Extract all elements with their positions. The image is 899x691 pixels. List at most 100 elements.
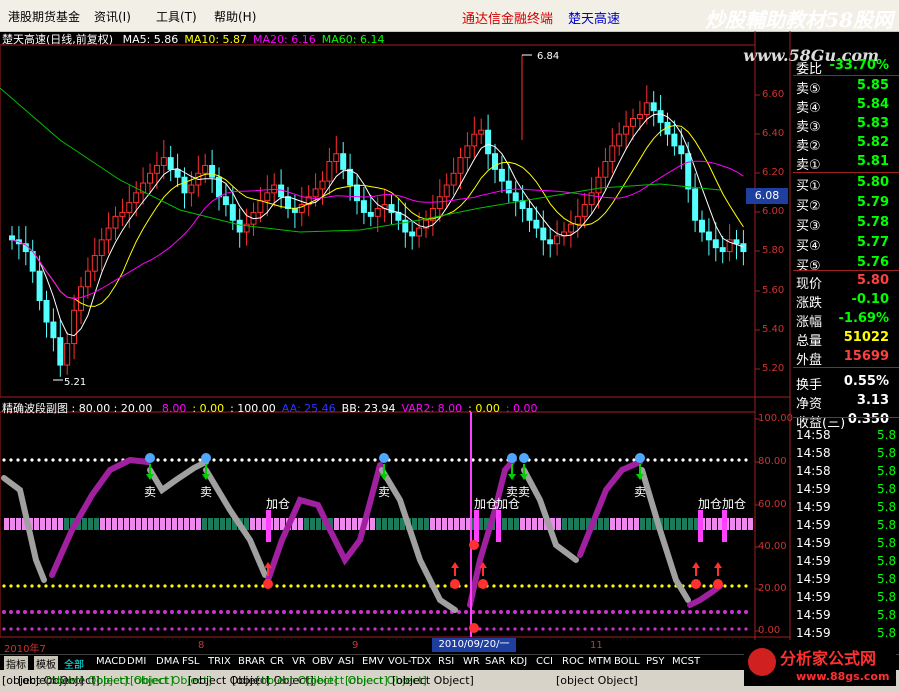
candle-body (119, 211, 126, 217)
level-8-dot (51, 610, 55, 614)
indicator-tab[interactable]: VR (292, 656, 306, 667)
indicator-tab[interactable]: 全部 (64, 656, 84, 671)
band-segment (574, 518, 579, 530)
tick-time: 14:59 (796, 572, 831, 586)
level-20-dot (744, 584, 748, 588)
level-80-dot (16, 458, 20, 462)
level-0-dot (415, 627, 419, 631)
ask-row-value: 5.83 (856, 116, 889, 131)
indicator-tab[interactable]: 指标 (4, 656, 28, 671)
level-8-dot (653, 610, 657, 614)
band-segment (316, 518, 321, 530)
tick-row: 14:59 5.8 (793, 572, 897, 589)
band-segment (46, 518, 51, 530)
level-20-dot (730, 584, 734, 588)
tick-time: 14:59 (796, 608, 831, 622)
band-segment (274, 518, 279, 530)
level-0-dot (394, 627, 398, 631)
level-0-dot (513, 627, 517, 631)
crosshair-bottom-icon (469, 623, 479, 633)
indicator-tab[interactable]: BOLL (614, 656, 640, 667)
indicator-tab[interactable]: DMI (127, 656, 146, 667)
indicator-tab[interactable]: CR (270, 656, 284, 667)
level-0-dot (23, 627, 27, 631)
band-segment (148, 518, 153, 530)
sub-axis-label: 20.00 (758, 583, 787, 594)
stat-row-label: 总量 (796, 334, 823, 349)
band-segment (598, 518, 603, 530)
band-segment (628, 518, 633, 530)
level-8-dot (23, 610, 27, 614)
band-segment (310, 518, 315, 530)
indicator-tab[interactable]: MCST (672, 656, 700, 667)
level-8-dot (37, 610, 41, 614)
indicator-tab[interactable]: PSY (646, 656, 665, 667)
sell-signal-icon (519, 453, 529, 463)
band-segment (430, 518, 435, 530)
indicator-tab[interactable]: MTM (588, 656, 611, 667)
level-8-dot (513, 610, 517, 614)
tick-price: 5.8 (877, 626, 897, 640)
band-segment (568, 518, 573, 530)
level-0-dot (492, 627, 496, 631)
level-0-dot (352, 627, 356, 631)
candle-body (533, 219, 540, 229)
indicator-tab[interactable]: FSL (182, 656, 200, 667)
indicator-tab[interactable]: KDJ (510, 656, 527, 667)
level-20-dot (534, 584, 538, 588)
level-8-dot (177, 610, 181, 614)
indicator-tab[interactable]: DMA (156, 656, 179, 667)
indicator-tab[interactable]: OBV (312, 656, 333, 667)
level-8-dot (506, 610, 510, 614)
indicator-tab[interactable]: WR (463, 656, 480, 667)
bid-row: 买① 5.80 (793, 175, 897, 194)
level-80-dot (303, 458, 307, 462)
level-8-dot (408, 610, 412, 614)
candle-body (236, 219, 243, 233)
level-80-dot (583, 458, 587, 462)
buy-signal-icon (713, 579, 723, 589)
level-20-dot (702, 584, 706, 588)
level-0-dot (289, 627, 293, 631)
level-8-dot (541, 610, 545, 614)
level-8-dot (688, 610, 692, 614)
indicator-tab[interactable]: ROC (562, 656, 584, 667)
indicator-tab[interactable]: SAR (485, 656, 505, 667)
indicator-tab[interactable]: RSI (438, 656, 454, 667)
indicator-tab[interactable]: 模板 (34, 656, 58, 671)
level-8-dot (436, 610, 440, 614)
level-20-dot (37, 584, 41, 588)
bid-row-value: 5.80 (856, 175, 889, 190)
level-80-dot (723, 458, 727, 462)
level-0-dot (422, 627, 426, 631)
level-80-dot (625, 458, 629, 462)
indicator-tab[interactable]: BRAR (238, 656, 265, 667)
add-position-label: 加仓 (496, 497, 520, 511)
level-20-dot (345, 584, 349, 588)
indicator-tab[interactable]: VOL-TDX (388, 656, 431, 667)
ask-row-label: 卖⑤ (796, 82, 821, 97)
indicator-tab[interactable]: CCI (536, 656, 553, 667)
level-80-dot (569, 458, 573, 462)
indicator-tab[interactable]: ASI (338, 656, 354, 667)
level-20-dot (65, 584, 69, 588)
band-segment (688, 518, 693, 530)
status-item[interactable]: [object Object] (556, 674, 638, 687)
sub-indicator-value: : 0.00 (468, 402, 500, 415)
level-0-dot (240, 627, 244, 631)
indicator-tab[interactable]: TRIX (208, 656, 231, 667)
level-20-dot (303, 584, 307, 588)
level-8-dot (205, 610, 209, 614)
level-80-dot (604, 458, 608, 462)
buy-signal-icon (478, 579, 488, 589)
stat-row: 涨幅 -1.69% (793, 311, 897, 330)
level-8-dot (149, 610, 153, 614)
candle-body (98, 239, 105, 256)
indicator-tab[interactable]: MACD (96, 656, 126, 667)
indicator-tab[interactable]: EMV (362, 656, 384, 667)
sub-axis-label: 60.00 (758, 499, 787, 510)
level-8-dot (380, 610, 384, 614)
buy-arrowhead-icon (714, 562, 722, 568)
level-20-dot (317, 584, 321, 588)
level-8-dot (198, 610, 202, 614)
